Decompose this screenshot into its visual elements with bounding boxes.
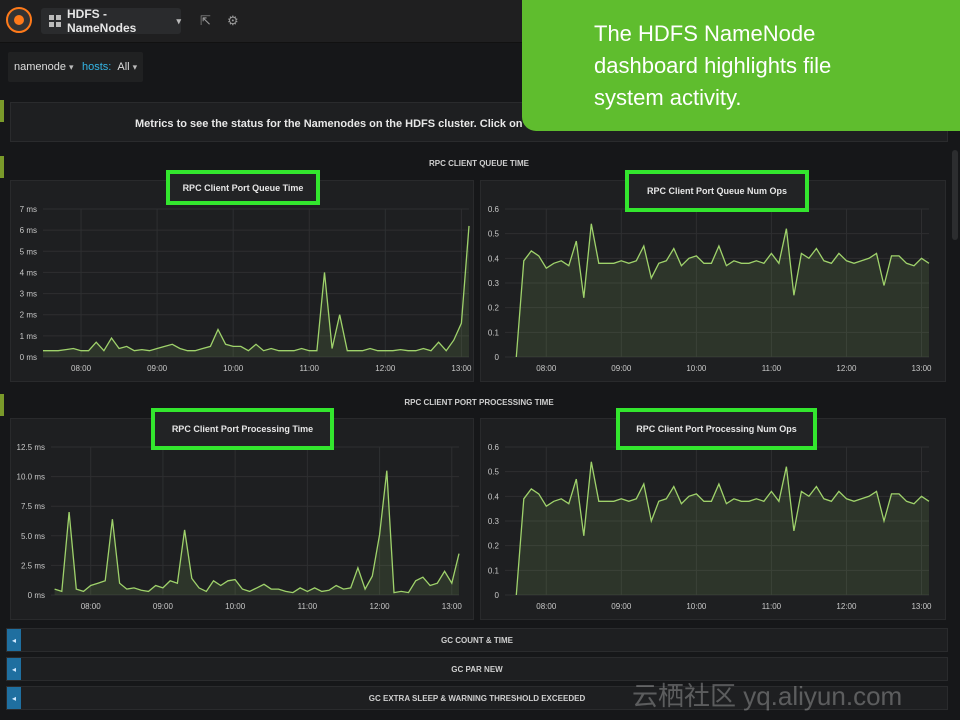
y-tick-label: 7.5 ms bbox=[21, 502, 45, 511]
series-line bbox=[43, 225, 470, 352]
x-tick-label: 11:00 bbox=[762, 364, 782, 373]
y-tick-label: 2.5 ms bbox=[21, 561, 45, 570]
y-tick-label: 0 bbox=[495, 591, 500, 600]
series-area bbox=[516, 461, 929, 595]
row-title-rpc-client-queue-time[interactable]: RPC CLIENT QUEUE TIME bbox=[10, 159, 948, 168]
chevron-down-icon: ▾ bbox=[69, 61, 74, 72]
row-marker bbox=[0, 156, 4, 178]
panel-title-queue-num-ops[interactable]: RPC Client Port Queue Num Ops bbox=[625, 170, 809, 212]
namenode-value: namenode bbox=[14, 61, 66, 73]
y-tick-label: 6 ms bbox=[20, 226, 37, 235]
y-tick-label: 0.3 bbox=[488, 279, 500, 288]
hosts-label: hosts: bbox=[82, 61, 112, 73]
x-tick-label: 11:00 bbox=[762, 602, 782, 611]
x-tick-label: 10:00 bbox=[223, 364, 244, 373]
chevron-down-icon: ▾ bbox=[132, 61, 138, 72]
y-tick-label: 0 ms bbox=[28, 591, 45, 600]
y-tick-label: 3 ms bbox=[20, 290, 37, 299]
y-tick-label: 0.4 bbox=[488, 254, 500, 263]
y-tick-label: 5.0 ms bbox=[21, 532, 45, 541]
y-tick-label: 0.4 bbox=[488, 492, 500, 501]
x-tick-label: 10:00 bbox=[686, 602, 707, 611]
y-tick-label: 2 ms bbox=[20, 311, 37, 320]
y-tick-label: 1 ms bbox=[20, 332, 37, 341]
grid-icon bbox=[49, 15, 61, 27]
namenode-selector[interactable]: namenode ▾ bbox=[8, 52, 80, 82]
x-tick-label: 09:00 bbox=[153, 602, 174, 611]
y-tick-label: 12.5 ms bbox=[17, 443, 45, 452]
collapsed-row-title: GC PAR NEW bbox=[451, 665, 503, 674]
x-tick-label: 13:00 bbox=[442, 602, 463, 611]
annotation-callout: The HDFS NameNode dashboard highlights f… bbox=[522, 0, 960, 131]
series-area bbox=[516, 223, 929, 357]
x-tick-label: 08:00 bbox=[81, 602, 102, 611]
y-tick-label: 0.1 bbox=[488, 328, 500, 337]
row-title-rpc-client-port-processing-time[interactable]: RPC CLIENT PORT PROCESSING TIME bbox=[10, 398, 948, 407]
x-tick-label: 12:00 bbox=[375, 364, 396, 373]
callout-text: The HDFS NameNode dashboard highlights f… bbox=[594, 21, 832, 110]
grafana-logo-icon[interactable] bbox=[6, 7, 32, 33]
y-tick-label: 0 bbox=[495, 353, 500, 362]
y-tick-label: 0.5 bbox=[488, 230, 500, 239]
x-tick-label: 12:00 bbox=[836, 602, 857, 611]
y-tick-label: 10.0 ms bbox=[17, 473, 45, 482]
x-tick-label: 12:00 bbox=[370, 602, 391, 611]
panel-queue-num-ops[interactable]: RPC Client Port Queue Num Ops 0 0.1 0.2 0.3… bbox=[480, 170, 946, 382]
dashboard-title: HDFS - NameNodes bbox=[67, 7, 137, 35]
collapsed-row-title: GC COUNT & TIME bbox=[441, 636, 513, 645]
hosts-selector[interactable]: hosts: All ▾ bbox=[76, 52, 144, 82]
hosts-value: All bbox=[117, 61, 130, 73]
panel-title-queue-time[interactable]: RPC Client Port Queue Time bbox=[166, 170, 320, 205]
x-tick-label: 10:00 bbox=[225, 602, 246, 611]
panel-processing-num-ops[interactable]: RPC Client Port Processing Num Ops 0 0.1 0… bbox=[480, 408, 946, 620]
x-tick-label: 09:00 bbox=[611, 364, 632, 373]
x-tick-label: 13:00 bbox=[451, 364, 472, 373]
x-tick-label: 09:00 bbox=[611, 602, 632, 611]
x-tick-label: 08:00 bbox=[536, 364, 557, 373]
y-tick-label: 0.2 bbox=[488, 304, 500, 313]
x-tick-label: 12:00 bbox=[836, 364, 857, 373]
series-area bbox=[54, 470, 459, 595]
x-tick-label: 09:00 bbox=[147, 364, 168, 373]
row-marker bbox=[0, 394, 4, 416]
y-tick-label: 0.1 bbox=[488, 566, 500, 575]
panel-title-processing-num-ops[interactable]: RPC Client Port Processing Num Ops bbox=[616, 408, 817, 450]
panel-processing-time[interactable]: RPC Client Port Processing Time 0 ms 2.5 … bbox=[10, 408, 474, 620]
y-tick-label: 7 ms bbox=[20, 205, 37, 214]
queue-time-chart: 0 ms 1 ms 2 ms 3 ms 4 ms 5 ms 6 ms 7 ms 08:00 09:… bbox=[20, 205, 472, 373]
share-icon[interactable]: ⇱ bbox=[200, 13, 211, 29]
x-tick-label: 11:00 bbox=[298, 602, 318, 611]
y-tick-label: 0.2 bbox=[488, 542, 500, 551]
y-tick-label: 4 ms bbox=[20, 268, 37, 277]
x-tick-label: 08:00 bbox=[71, 364, 92, 373]
y-tick-label: 0.3 bbox=[488, 517, 500, 526]
watermark: 云栖社区 yq.aliyun.com bbox=[632, 681, 903, 711]
scrollbar[interactable] bbox=[952, 150, 958, 240]
x-tick-label: 11:00 bbox=[300, 364, 320, 373]
y-tick-label: 5 ms bbox=[20, 247, 37, 256]
row-marker bbox=[0, 100, 4, 122]
series-area bbox=[43, 225, 469, 357]
chevron-down-icon: ▾ bbox=[176, 15, 181, 26]
gear-icon[interactable]: ⚙ bbox=[227, 13, 239, 29]
y-tick-label: 0.6 bbox=[488, 205, 500, 214]
x-tick-label: 08:00 bbox=[536, 602, 557, 611]
collapsed-row-gc-count-time[interactable]: ◂ GC COUNT & TIME bbox=[6, 628, 948, 652]
panel-title-processing-time[interactable]: RPC Client Port Processing Time bbox=[151, 408, 334, 450]
x-tick-label: 10:00 bbox=[686, 364, 707, 373]
x-tick-label: 13:00 bbox=[911, 602, 932, 611]
dashboard-picker-button[interactable]: HDFS - NameNodes ▾ bbox=[41, 7, 181, 35]
panel-queue-time[interactable]: RPC Client Port Queue Time 0 ms 1 ms 2 ms 3… bbox=[10, 170, 474, 382]
y-tick-label: 0 ms bbox=[20, 353, 37, 362]
description-text: Metrics to see the status for the Nameno… bbox=[135, 118, 544, 130]
x-tick-label: 13:00 bbox=[911, 364, 932, 373]
y-tick-label: 0.6 bbox=[488, 443, 500, 452]
y-tick-label: 0.5 bbox=[488, 468, 500, 477]
